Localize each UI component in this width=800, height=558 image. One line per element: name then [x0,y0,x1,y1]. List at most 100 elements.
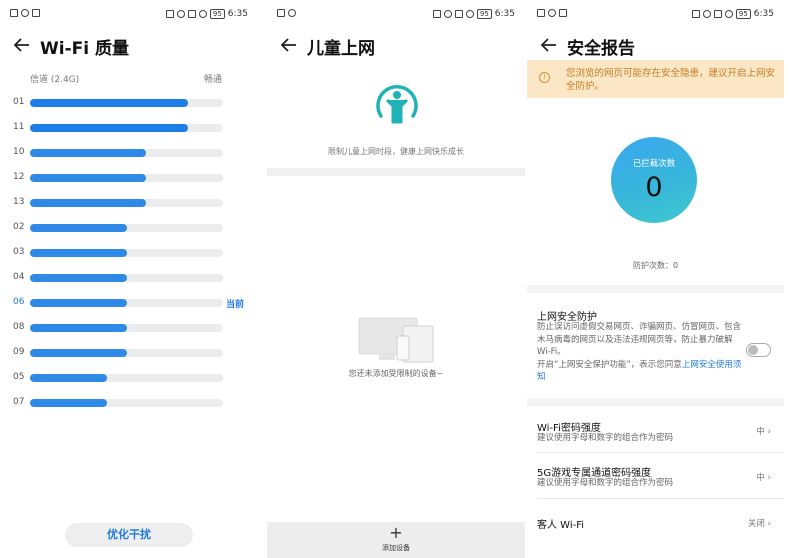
channel-quality-bar [30,99,223,107]
channel-number: 09 [13,347,25,357]
protection-desc-text: 防止误访问虚假交易网页、诈骗网页、仿冒网页、包含木马病毒的网页以及违法违规网页等… [537,322,742,357]
status-time: 6:35 [227,9,248,19]
channel-row: 02 [0,220,258,236]
blocked-count-label: 已拦截次数 [632,159,676,169]
bluetooth-icon [713,10,722,18]
page-title: 安全报告 [567,39,635,59]
channel-number: 06 [13,297,25,307]
channel-quality-fill [30,124,189,132]
channel-row: 05 [0,370,258,386]
toggle-knob [748,345,758,355]
channel-quality-fill [30,99,189,107]
image-icon [32,9,40,17]
channel-header: 信道 (2.4G) 畅通 [30,72,222,85]
channel-quality-bar [30,199,223,207]
location-icon [465,10,474,18]
section-divider [527,285,784,293]
channel-row: 06 当前 [0,295,258,311]
channel-quality-bar [30,124,223,132]
bluetooth-icon [454,10,463,18]
channel-quality-bar [30,324,223,332]
guest-wifi-status: 关闭 [747,519,765,529]
image-icon [559,9,567,17]
channel-row: 08 [0,320,258,336]
status-bar: 95 6:35 [0,9,258,23]
wifi-password-strength-desc: 建议使用字母和数字的组合作为密码 [537,433,674,443]
page-title: Wi-Fi 质量 [40,39,129,59]
back-arrow-icon[interactable] [12,35,32,55]
blocked-count-circle: 已拦截次数 0 [611,137,697,223]
status-bar: 95 6:35 [527,9,784,23]
channel-quality-bar [30,249,223,257]
channel-quality-bar [30,174,223,182]
channel-row: 11 [0,120,258,136]
warning-icon: ! [539,72,550,83]
location-icon [198,10,207,18]
channel-row: 03 [0,245,258,261]
wifi-icon [21,9,29,17]
status-time: 6:35 [753,9,774,19]
nfc-icon [432,10,441,18]
channel-row: 13 [0,195,258,211]
chevron-right-icon: › [767,519,771,529]
quality-legend-label: 畅通 [203,75,222,85]
wifi-password-strength-value[interactable]: 中 › [756,425,771,437]
channel-number: 12 [13,172,25,182]
current-channel-label: 当前 [226,300,245,310]
channel-quality-fill [30,349,127,357]
channel-quality-bar [30,299,223,307]
section-divider [527,398,784,406]
child-icon [376,85,418,124]
game-channel-password-desc: 建议使用字母和数字的组合作为密码 [537,478,674,488]
channel-quality-bar [30,374,223,382]
channel-quality-fill [30,249,127,257]
location-icon [724,10,733,18]
protection-notice-text: 开启“上网安全保护功能”，表示您同意 [537,359,682,370]
channel-row: 07 [0,395,258,411]
channel-quality-fill [30,174,146,182]
channel-number: 07 [13,397,25,407]
security-warning-banner: ! 您浏览的网页可能存在安全隐患，建议开启上网安全防护。 [527,60,784,98]
back-arrow-icon[interactable] [279,35,299,55]
channel-number: 05 [13,372,25,382]
protection-count: 防护次数：0 [632,261,679,270]
battery-icon: 95 [476,9,492,19]
bluetooth-icon [187,10,196,18]
wifi-password-strength-level: 中 [756,427,765,437]
notification-icon [10,9,18,17]
protection-description: 防止误访问虚假交易网页、诈骗网页、仿冒网页、包含木马病毒的网页以及违法违规网页等… [537,321,742,384]
wifi-icon [288,9,296,17]
chevron-right-icon: › [767,427,771,437]
kids-internet-screen: 95 6:35 儿童上网 限制儿童上网时段，健康上网快乐成长 您还未添加受限制的设… [267,0,525,558]
back-arrow-icon[interactable] [539,35,559,55]
status-time: 6:35 [494,9,515,19]
channel-quality-fill [30,199,146,207]
game-channel-password-level: 中 [756,473,765,483]
channel-quality-fill [30,149,146,157]
game-channel-password-value[interactable]: 中 › [756,471,771,483]
guest-wifi-value[interactable]: 关闭 › [748,517,771,529]
channel-quality-fill [30,324,127,332]
channel-number: 10 [13,147,25,157]
channel-quality-bar [30,149,223,157]
blocked-count-value: 0 [645,172,663,203]
channel-quality-fill [30,299,127,307]
channel-number: 01 [13,97,25,107]
alarm-icon [702,10,711,18]
devices-illustration-icon [358,317,434,363]
add-device-button[interactable]: + 添加设备 [267,522,525,558]
security-report-screen: 95 6:35 安全报告 ! 您浏览的网页可能存在安全隐患，建议开启上网安全防护。… [527,0,784,558]
channel-quality-bar [30,349,223,357]
chevron-right-icon: › [767,473,771,483]
divider [537,452,784,453]
wifi-quality-screen: 95 6:35 Wi-Fi 质量 信道 (2.4G) 畅通 01 11 10 12 13 0… [0,0,258,558]
optimize-interference-button[interactable]: 优化干扰 [65,523,193,547]
notification-icon [537,9,545,17]
alarm-icon [443,10,452,18]
protection-toggle[interactable] [746,343,771,357]
warning-text: 您浏览的网页可能存在安全隐患，建议开启上网安全防护。 [566,68,776,92]
nfc-icon [165,10,174,18]
channel-row: 10 [0,145,258,161]
battery-icon: 95 [209,9,225,19]
channel-number: 13 [13,197,25,207]
